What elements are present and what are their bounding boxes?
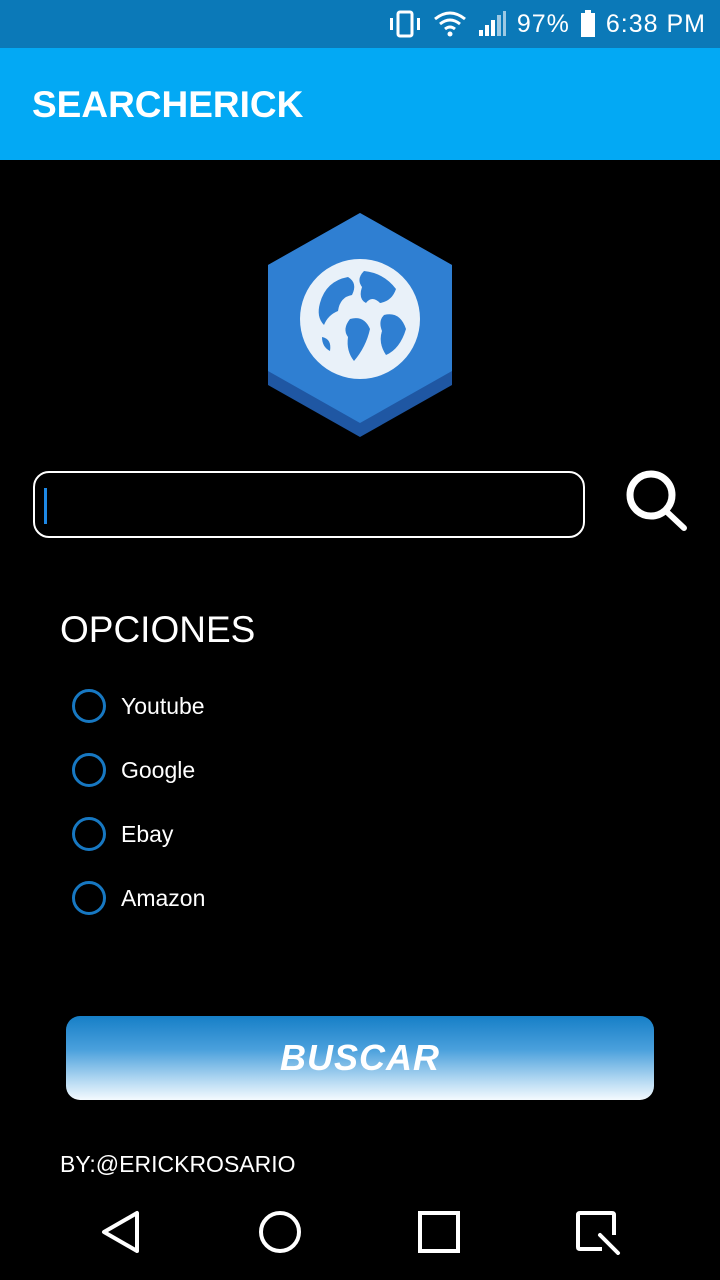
radio-button[interactable] (72, 689, 106, 723)
buscar-button-label: BUSCAR (279, 1037, 440, 1078)
wifi-icon (433, 11, 466, 37)
radio-option-ebay[interactable]: Ebay (72, 814, 173, 854)
radio-button[interactable] (72, 753, 106, 787)
author-credit: BY:@ERICKROSARIO (60, 1151, 296, 1177)
radio-label: Youtube (121, 692, 205, 719)
options-title: OPCIONES (60, 609, 256, 650)
vibrate-icon (389, 10, 420, 38)
app-bar: SEARCHERICK (0, 48, 720, 160)
back-button[interactable] (76, 1190, 166, 1274)
home-button[interactable] (235, 1190, 325, 1274)
status-bar: 97% 6:38 PM (0, 0, 720, 48)
buscar-button[interactable]: BUSCAR (66, 1016, 654, 1100)
signal-icon (478, 11, 506, 36)
battery-icon (580, 10, 595, 37)
search-button[interactable] (622, 468, 690, 534)
radio-label: Ebay (121, 820, 174, 847)
globe-icon (300, 259, 420, 379)
screenshot-icon (576, 1211, 620, 1255)
recents-icon (418, 1211, 460, 1253)
clock: 6:38 PM (605, 9, 706, 38)
navigation-bar (0, 1190, 720, 1280)
search-field-container[interactable] (33, 471, 585, 538)
status-icons: 97% 6:38 PM (387, 0, 706, 48)
radio-option-youtube[interactable]: Youtube (72, 686, 205, 726)
recents-button[interactable] (394, 1190, 484, 1274)
search-input[interactable] (35, 473, 583, 536)
app-title: SEARCHERICK (32, 84, 304, 125)
battery-percent: 97% (516, 9, 570, 38)
home-icon (259, 1211, 301, 1253)
radio-button[interactable] (72, 817, 106, 851)
app-logo (268, 213, 452, 437)
radio-option-google[interactable]: Google (72, 750, 195, 790)
text-cursor (44, 488, 47, 524)
radio-label: Amazon (121, 884, 206, 911)
radio-button[interactable] (72, 881, 106, 915)
screenshot-button[interactable] (553, 1190, 643, 1274)
search-icon (626, 470, 687, 531)
radio-option-amazon[interactable]: Amazon (72, 878, 205, 918)
back-icon (102, 1211, 139, 1253)
radio-label: Google (121, 756, 196, 783)
